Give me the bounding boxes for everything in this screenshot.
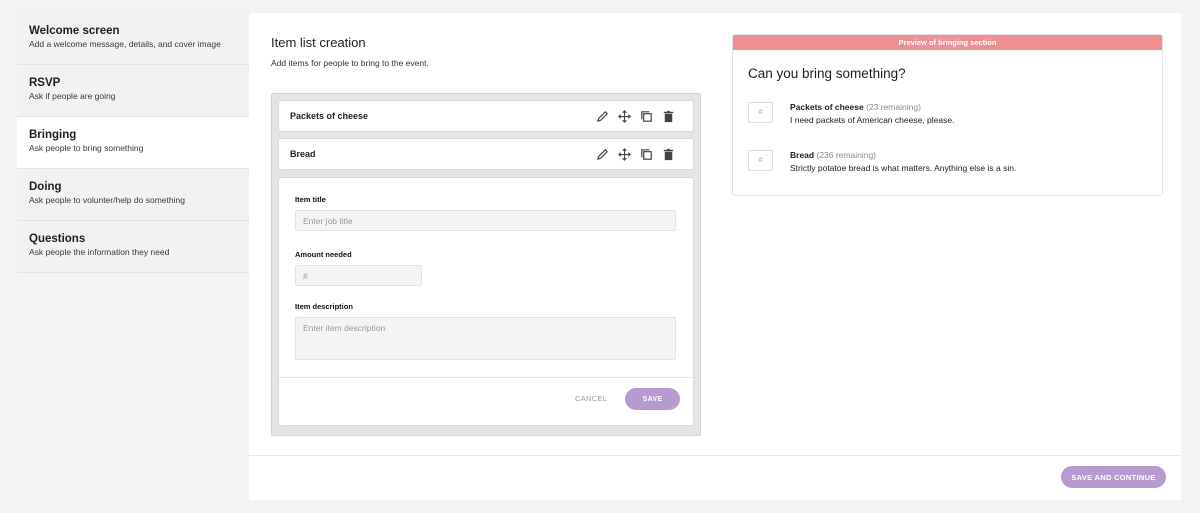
trash-icon[interactable] — [661, 109, 676, 124]
sidebar-item-title: Welcome screen — [29, 25, 120, 37]
main-panel: Item list creation Add items for people … — [249, 13, 1181, 500]
sidebar-item-welcome-screen[interactable]: Welcome screen Add a welcome message, de… — [17, 13, 249, 65]
sidebar-item-desc: Ask if people are going — [29, 91, 116, 101]
sidebar-item-desc: Ask people to bring something — [29, 143, 144, 153]
item-description-input[interactable] — [295, 317, 676, 360]
sidebar-item-rsvp[interactable]: RSVP Ask if people are going — [17, 65, 249, 117]
trash-icon[interactable] — [661, 147, 676, 162]
item-name: Bread — [290, 149, 316, 159]
sidebar-item-title: Bringing — [29, 129, 77, 141]
new-item-form: Item title Amount needed Item descriptio… — [278, 177, 694, 426]
sidebar-item-doing[interactable]: Doing Ask people to volunter/help do som… — [17, 169, 249, 221]
section-title: Item list creation — [271, 35, 366, 50]
item-description-label: Item description — [295, 302, 353, 311]
sidebar-item-questions[interactable]: Questions Ask people the information the… — [17, 221, 249, 273]
preview-item-desc: I need packets of American cheese, pleas… — [790, 115, 955, 125]
duplicate-icon[interactable] — [639, 147, 654, 162]
item-title-label: Item title — [295, 195, 326, 204]
preview-banner: Preview of bringing section — [733, 35, 1162, 50]
sidebar-item-bringing[interactable]: Bringing Ask people to bring something — [17, 117, 249, 169]
bringing-preview: Preview of bringing section Can you brin… — [732, 34, 1163, 196]
item-row-packets-of-cheese: Packets of cheese — [278, 100, 694, 132]
item-list-container: Packets of cheese Bread Item title Amoun… — [271, 93, 701, 436]
sidebar-item-desc: Ask people the information they need — [29, 247, 170, 257]
footer-divider — [249, 455, 1181, 456]
quantity-input[interactable]: # — [748, 150, 773, 171]
pencil-icon[interactable] — [595, 147, 610, 162]
sidebar-item-desc: Ask people to volunter/help do something — [29, 195, 185, 205]
item-title-input[interactable] — [295, 210, 676, 231]
duplicate-icon[interactable] — [639, 109, 654, 124]
item-name: Packets of cheese — [290, 111, 369, 121]
sidebar-item-title: RSVP — [29, 77, 61, 89]
cancel-button[interactable]: CANCEL — [575, 394, 607, 403]
preview-item: # Bread (236 remaining) Strictly potatoe… — [748, 150, 1148, 174]
sidebar-item-title: Doing — [29, 181, 62, 193]
item-row-bread: Bread — [278, 138, 694, 170]
preview-item-desc: Strictly potatoe bread is what matters. … — [790, 163, 1017, 173]
preview-item-name-line: Bread (236 remaining) — [790, 150, 876, 160]
move-icon[interactable] — [617, 147, 632, 162]
preview-item-name: Packets of cheese — [790, 102, 864, 112]
form-divider — [279, 377, 693, 378]
move-icon[interactable] — [617, 109, 632, 124]
amount-needed-input[interactable] — [295, 265, 422, 286]
save-and-continue-button[interactable]: SAVE AND CONTINUE — [1061, 466, 1166, 488]
preview-item-remaining: (23 remaining) — [866, 102, 921, 112]
preview-item-name: Bread — [790, 150, 815, 160]
preview-item-remaining: (236 remaining) — [816, 150, 876, 160]
preview-title: Can you bring something? — [748, 66, 906, 81]
sidebar-item-title: Questions — [29, 233, 86, 245]
sidebar-nav: Welcome screen Add a welcome message, de… — [17, 13, 249, 274]
pencil-icon[interactable] — [595, 109, 610, 124]
row-actions — [595, 147, 676, 162]
sidebar-item-desc: Add a welcome message, details, and cove… — [29, 39, 221, 49]
save-button[interactable]: SAVE — [625, 388, 680, 410]
preview-item-name-line: Packets of cheese (23 remaining) — [790, 102, 921, 112]
quantity-input[interactable]: # — [748, 102, 773, 123]
preview-item: # Packets of cheese (23 remaining) I nee… — [748, 102, 1148, 126]
section-subtitle: Add items for people to bring to the eve… — [271, 58, 429, 68]
amount-needed-label: Amount needed — [295, 250, 352, 259]
row-actions — [595, 109, 676, 124]
